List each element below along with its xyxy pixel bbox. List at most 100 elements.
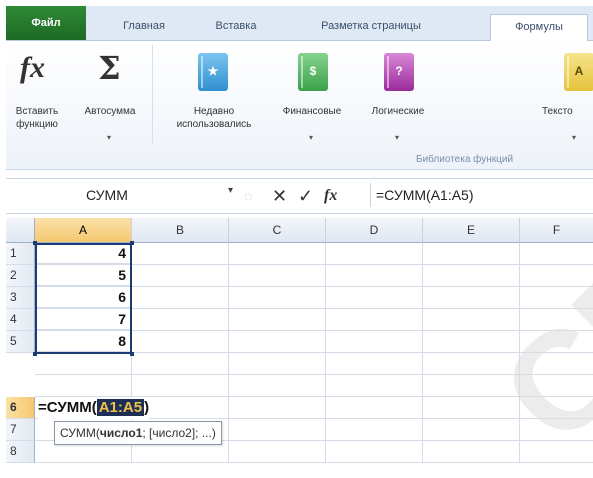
tab-page-layout[interactable]: Разметка страницы bbox=[296, 14, 446, 38]
empty-cell[interactable] bbox=[520, 309, 593, 331]
empty-cell[interactable] bbox=[35, 375, 132, 397]
empty-cell[interactable] bbox=[423, 287, 520, 309]
row-header-7[interactable]: 7 bbox=[6, 419, 35, 441]
empty-cell[interactable] bbox=[229, 309, 326, 331]
empty-cell[interactable] bbox=[132, 375, 229, 397]
edit-formula-suffix: ) bbox=[144, 399, 150, 416]
empty-cell[interactable] bbox=[520, 243, 593, 265]
autosum-button[interactable]: Σ Автосумма ▾ bbox=[74, 41, 146, 151]
column-header-d[interactable]: D bbox=[326, 218, 423, 243]
column-header-c[interactable]: C bbox=[229, 218, 326, 243]
recent-functions-button[interactable]: ★ Недавно использовались bbox=[158, 41, 270, 151]
empty-cell[interactable] bbox=[423, 397, 520, 419]
edit-formula-prefix: =СУММ( bbox=[38, 399, 97, 416]
range-handle[interactable] bbox=[130, 241, 134, 245]
empty-cell[interactable] bbox=[132, 243, 229, 265]
row-header-1[interactable]: 1 bbox=[6, 243, 35, 265]
row-header-5[interactable]: 5 bbox=[6, 331, 35, 353]
logical-dropdown-icon: ▾ bbox=[395, 133, 400, 142]
empty-cell[interactable] bbox=[423, 243, 520, 265]
ribbon-tabs: Файл Главная Вставка Разметка страницы Ф… bbox=[6, 6, 593, 41]
column-header-f[interactable]: F bbox=[520, 218, 593, 243]
autosum-dropdown-icon: ▾ bbox=[107, 133, 112, 142]
empty-cell[interactable] bbox=[229, 265, 326, 287]
insert-function-icon[interactable]: fx bbox=[324, 181, 337, 211]
select-all-corner[interactable] bbox=[6, 218, 35, 243]
empty-cell[interactable] bbox=[423, 419, 520, 441]
row-header-4[interactable]: 4 bbox=[6, 309, 35, 331]
empty-cell[interactable] bbox=[423, 309, 520, 331]
tab-file[interactable]: Файл bbox=[6, 6, 86, 40]
empty-cell[interactable] bbox=[326, 243, 423, 265]
cancel-button[interactable]: ✕ bbox=[272, 181, 287, 211]
empty-cell[interactable] bbox=[520, 375, 593, 397]
empty-cell[interactable] bbox=[229, 419, 326, 441]
empty-cell[interactable] bbox=[423, 375, 520, 397]
range-handle[interactable] bbox=[33, 241, 37, 245]
empty-cell[interactable] bbox=[229, 331, 326, 353]
financial-functions-button[interactable]: $ Финансовые ▾ bbox=[268, 41, 356, 151]
empty-cell[interactable] bbox=[520, 419, 593, 441]
row-header-2[interactable]: 2 bbox=[6, 265, 35, 287]
text-dropdown-icon: ▾ bbox=[572, 133, 577, 142]
cell-a6-editing[interactable]: =СУММ(A1:A5) bbox=[38, 397, 150, 419]
empty-cell[interactable] bbox=[326, 375, 423, 397]
empty-cell[interactable] bbox=[520, 287, 593, 309]
insert-function-button[interactable]: fx Вставить функцию bbox=[6, 41, 68, 151]
financial-book-icon: $ bbox=[298, 53, 328, 91]
empty-cell[interactable] bbox=[132, 287, 229, 309]
empty-cell[interactable] bbox=[326, 419, 423, 441]
empty-cell[interactable] bbox=[423, 353, 520, 375]
ribbon-divider bbox=[152, 45, 153, 145]
empty-cell[interactable] bbox=[229, 353, 326, 375]
empty-cell[interactable] bbox=[326, 331, 423, 353]
enter-button[interactable]: ✓ bbox=[298, 181, 313, 211]
row-header-3[interactable]: 3 bbox=[6, 287, 35, 309]
logical-functions-button[interactable]: ? Логические ▾ bbox=[356, 41, 440, 151]
empty-cell[interactable] bbox=[229, 375, 326, 397]
empty-cell[interactable] bbox=[423, 441, 520, 463]
empty-cell[interactable] bbox=[326, 397, 423, 419]
column-header-a[interactable]: A bbox=[35, 218, 132, 243]
tab-home[interactable]: Главная bbox=[104, 14, 184, 38]
empty-cell[interactable] bbox=[326, 353, 423, 375]
empty-cell[interactable] bbox=[326, 265, 423, 287]
empty-cell[interactable] bbox=[520, 441, 593, 463]
empty-cell[interactable] bbox=[423, 331, 520, 353]
empty-cell[interactable] bbox=[520, 265, 593, 287]
excel-window: Файл Главная Вставка Разметка страницы Ф… bbox=[0, 0, 593, 478]
empty-cell[interactable] bbox=[326, 441, 423, 463]
empty-cell[interactable] bbox=[229, 243, 326, 265]
sigma-icon: Σ bbox=[98, 49, 121, 87]
range-handle[interactable] bbox=[130, 352, 134, 356]
empty-cell[interactable] bbox=[423, 265, 520, 287]
column-header-e[interactable]: E bbox=[423, 218, 520, 243]
range-handle[interactable] bbox=[33, 352, 37, 356]
empty-cell[interactable] bbox=[132, 331, 229, 353]
empty-cell[interactable] bbox=[520, 331, 593, 353]
empty-cell[interactable] bbox=[326, 309, 423, 331]
function-tooltip[interactable]: СУММ(число1; [число2]; ...) bbox=[54, 421, 222, 445]
tab-insert[interactable]: Вставка bbox=[196, 14, 276, 38]
name-box-dropdown-icon[interactable]: ▾ bbox=[228, 185, 233, 196]
empty-cell[interactable] bbox=[35, 353, 132, 375]
empty-cell[interactable] bbox=[326, 287, 423, 309]
tooltip-current-arg: число1 bbox=[99, 426, 143, 440]
empty-cell[interactable] bbox=[132, 353, 229, 375]
formula-bar: СУММ ▾ ◌ ✕ ✓ fx =СУММ(A1:A5) bbox=[6, 178, 593, 214]
empty-cell[interactable] bbox=[229, 287, 326, 309]
empty-cell[interactable] bbox=[520, 353, 593, 375]
row-header-8[interactable]: 8 bbox=[6, 441, 35, 463]
empty-cell[interactable] bbox=[132, 309, 229, 331]
empty-cell[interactable] bbox=[132, 265, 229, 287]
empty-cell[interactable] bbox=[520, 397, 593, 419]
column-header-b[interactable]: B bbox=[132, 218, 229, 243]
empty-cell[interactable] bbox=[229, 441, 326, 463]
empty-cell[interactable] bbox=[229, 397, 326, 419]
tab-formulas[interactable]: Формулы bbox=[490, 14, 588, 41]
row-header-6[interactable]: 6 bbox=[6, 397, 35, 419]
formula-input[interactable]: =СУММ(A1:A5) bbox=[376, 182, 474, 208]
tooltip-remaining-args: ; [число2]; ...) bbox=[142, 426, 216, 440]
name-box[interactable]: СУММ bbox=[6, 182, 226, 208]
text-functions-button[interactable]: A Тексто ▾ bbox=[542, 41, 593, 151]
